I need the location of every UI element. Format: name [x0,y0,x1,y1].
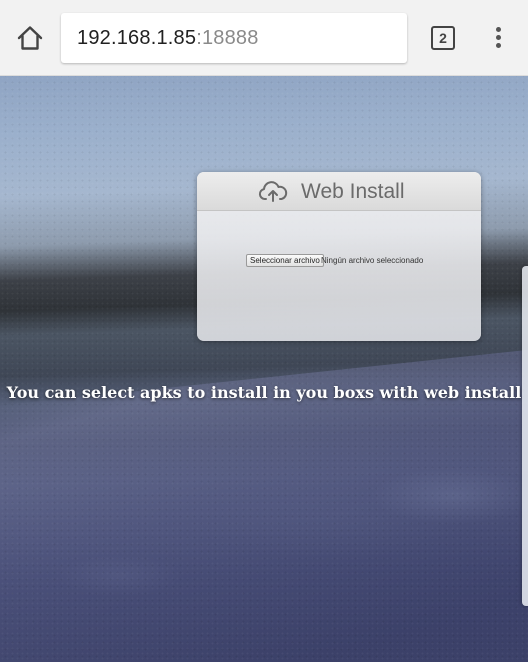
address-bar[interactable]: 192.168.1.85:18888 [61,13,407,63]
cloud-upload-icon [258,180,288,202]
side-panel-handle[interactable] [522,266,528,606]
browser-toolbar: 192.168.1.85:18888 2 [0,0,528,76]
web-install-card: Web Install Seleccionar archivo Ningún a… [197,172,481,341]
page-caption: You can select apks to install in you bo… [6,383,522,402]
url-text[interactable]: 192.168.1.85:18888 [77,27,259,50]
card-header: Web Install [197,172,481,211]
tab-switcher-button[interactable]: 2 [431,26,455,50]
card-title: Web Install [301,180,405,203]
file-status-text: Ningún archivo seleccionado [321,256,424,265]
url-host: 192.168.1.85 [77,27,197,49]
more-vertical-icon[interactable] [488,24,508,52]
page-background: Web Install Seleccionar archivo Ningún a… [0,76,528,662]
home-icon[interactable] [16,24,44,52]
url-port: :18888 [196,27,259,49]
choose-file-button[interactable]: Seleccionar archivo [246,254,324,267]
card-body: Seleccionar archivo Ningún archivo selec… [197,211,481,341]
